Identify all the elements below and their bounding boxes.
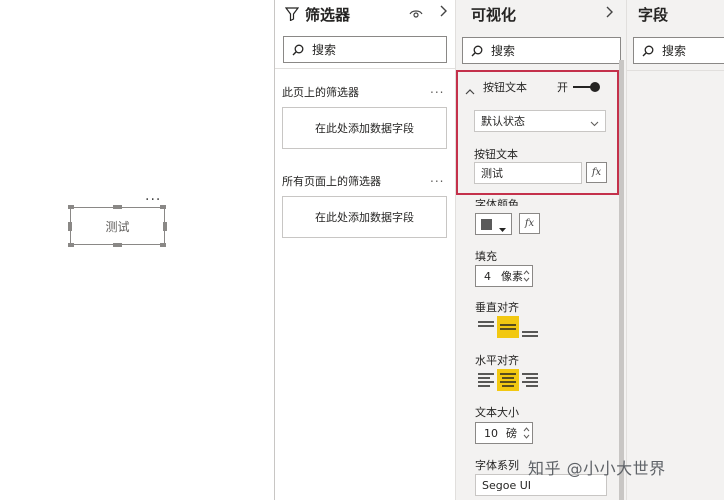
resize-handle-br[interactable] bbox=[160, 243, 166, 247]
button-text-section: 按钮文本 开 默认状态 按钮文本 测试 fx bbox=[456, 70, 619, 195]
canvas-test-button[interactable]: 测试 bbox=[70, 207, 165, 245]
resize-handle-right[interactable] bbox=[163, 222, 167, 231]
visualizations-search-input[interactable]: 搜索 bbox=[462, 37, 621, 64]
page-filters-label: 此页上的筛选器 bbox=[282, 86, 359, 99]
horizontal-align-label: 水平对齐 bbox=[475, 354, 519, 367]
resize-handle-bl[interactable] bbox=[68, 243, 74, 247]
align-right-icon[interactable] bbox=[519, 369, 541, 391]
text-size-value: 10 bbox=[484, 426, 498, 440]
resize-handle-tr[interactable] bbox=[160, 205, 166, 209]
text-size-spinner[interactable]: 10 磅 bbox=[475, 422, 533, 444]
align-left-icon[interactable] bbox=[475, 369, 497, 391]
collapse-section-chevron-icon[interactable] bbox=[465, 81, 475, 100]
search-icon bbox=[642, 45, 654, 56]
align-middle-icon[interactable] bbox=[497, 316, 519, 338]
text-size-unit: 磅 bbox=[506, 427, 517, 440]
filter-icon bbox=[285, 7, 299, 21]
resize-handle-left[interactable] bbox=[68, 222, 72, 231]
button-text-fx-button[interactable]: fx bbox=[586, 162, 607, 183]
text-size-label: 文本大小 bbox=[475, 406, 519, 419]
all-pages-filters-label: 所有页面上的筛选器 bbox=[282, 175, 381, 188]
fields-title: 字段 bbox=[638, 5, 669, 24]
filters-header: 筛选器 bbox=[285, 0, 350, 28]
chevron-down-icon bbox=[590, 117, 599, 130]
font-family-value: Segoe UI bbox=[482, 478, 532, 492]
collapse-filters-chevron-icon[interactable] bbox=[438, 3, 448, 22]
stepper-arrows-icon[interactable] bbox=[523, 268, 530, 287]
font-color-fx-button[interactable]: fx bbox=[519, 213, 540, 234]
filters-pane: 筛选器 搜索 此页上的筛选器 ... 在此处添加数据字段 所有页面上的筛选器 .… bbox=[275, 0, 456, 500]
resize-handle-bottom[interactable] bbox=[113, 243, 122, 247]
all-pages-filters-more[interactable]: ... bbox=[430, 171, 444, 185]
fill-unit: 像素 bbox=[501, 270, 523, 283]
fields-search-placeholder: 搜索 bbox=[662, 44, 687, 58]
font-color-label: 字体颜色 bbox=[475, 198, 519, 206]
visualizations-search-placeholder: 搜索 bbox=[491, 44, 516, 58]
vertical-align-label: 垂直对齐 bbox=[475, 301, 519, 314]
caret-down-icon bbox=[498, 219, 507, 238]
visualizations-scrollbar[interactable] bbox=[619, 60, 624, 500]
fields-pane: 字段 搜索 bbox=[626, 0, 724, 500]
search-icon bbox=[292, 44, 304, 55]
page-filters-drop-zone[interactable]: 在此处添加数据字段 bbox=[282, 107, 447, 149]
font-color-swatch bbox=[481, 219, 492, 230]
filters-search-placeholder: 搜索 bbox=[312, 43, 337, 57]
button-text-label: 按钮文本 bbox=[474, 148, 518, 161]
resize-handle-top[interactable] bbox=[113, 205, 122, 209]
resize-handle-tl[interactable] bbox=[68, 205, 74, 209]
button-text-input[interactable]: 测试 bbox=[474, 162, 582, 184]
all-pages-filters-drop-zone[interactable]: 在此处添加数据字段 bbox=[282, 196, 447, 238]
collapse-visualizations-chevron-icon[interactable] bbox=[604, 4, 614, 23]
visualizations-title: 可视化 bbox=[471, 5, 517, 24]
fields-search-input[interactable]: 搜索 bbox=[633, 37, 724, 64]
align-top-icon[interactable] bbox=[475, 316, 497, 338]
visual-more-options[interactable]: ... bbox=[145, 188, 161, 204]
font-family-label: 字体系列 bbox=[475, 459, 519, 472]
filters-search-input[interactable]: 搜索 bbox=[283, 36, 447, 63]
filters-divider bbox=[275, 68, 456, 69]
visualizations-pane: 可视化 搜索 按钮文本 开 默认状态 按钮文本 测试 fx 字体颜色 fx 填充… bbox=[456, 0, 626, 500]
watermark: 知乎 @小小大世界 bbox=[528, 459, 666, 478]
button-text-toggle[interactable] bbox=[573, 82, 601, 92]
page-filters-more[interactable]: ... bbox=[430, 82, 444, 96]
report-canvas[interactable]: ... 测试 bbox=[0, 0, 275, 500]
fields-divider bbox=[627, 70, 724, 71]
search-icon bbox=[471, 45, 483, 56]
eye-icon[interactable] bbox=[409, 5, 423, 24]
stepper-arrows-icon[interactable] bbox=[523, 425, 530, 444]
fill-label: 填充 bbox=[475, 250, 497, 263]
fill-spinner[interactable]: 4 像素 bbox=[475, 265, 533, 287]
button-state-value: 默认状态 bbox=[481, 115, 525, 128]
button-state-dropdown[interactable]: 默认状态 bbox=[474, 110, 606, 132]
align-bottom-icon[interactable] bbox=[519, 320, 541, 342]
font-color-picker[interactable] bbox=[475, 213, 512, 235]
toggle-on-label: 开 bbox=[557, 81, 568, 94]
fill-value: 4 bbox=[484, 269, 491, 283]
button-text-section-title: 按钮文本 bbox=[483, 81, 527, 94]
filters-title: 筛选器 bbox=[305, 5, 351, 24]
align-center-icon[interactable] bbox=[497, 369, 519, 391]
